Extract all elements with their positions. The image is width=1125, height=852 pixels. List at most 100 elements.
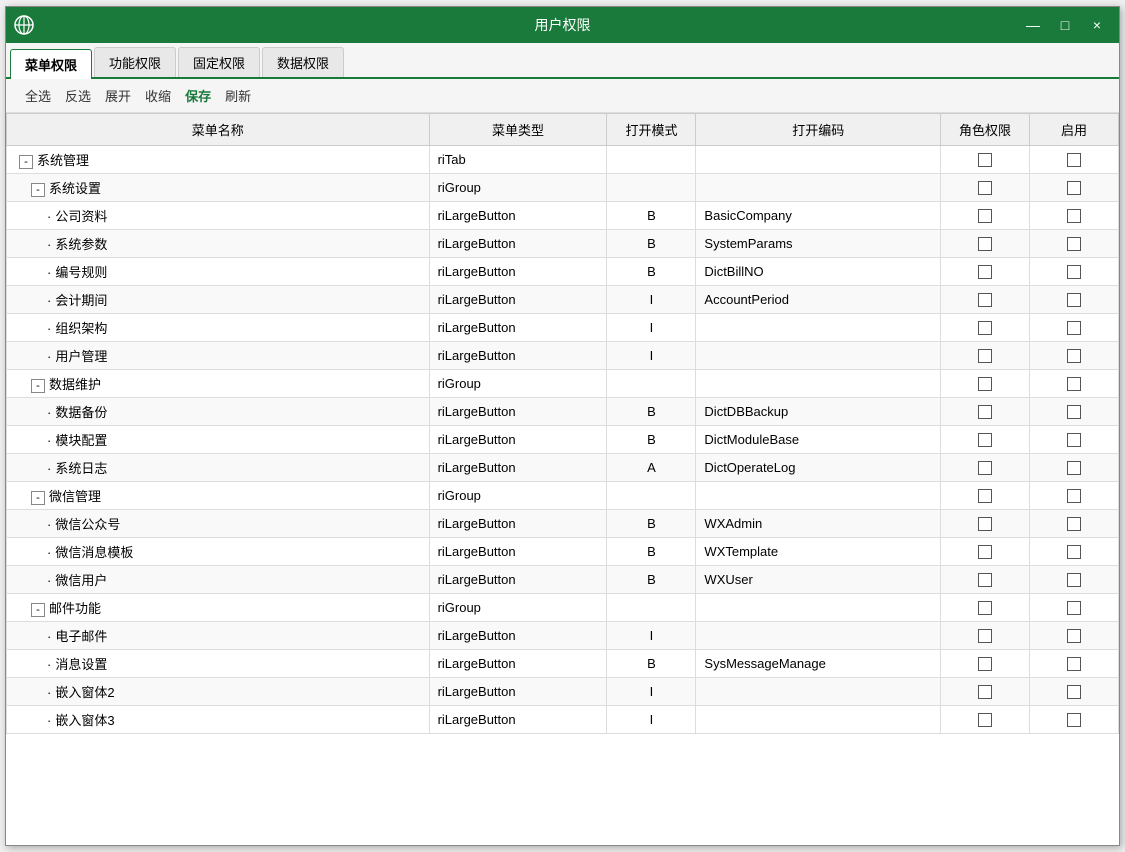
deselect-button[interactable]: 反选 <box>59 84 97 107</box>
enable-cell[interactable] <box>1030 678 1119 706</box>
role-checkbox[interactable] <box>978 405 992 419</box>
enable-cell[interactable] <box>1030 426 1119 454</box>
enable-checkbox[interactable] <box>1067 181 1081 195</box>
enable-cell[interactable] <box>1030 650 1119 678</box>
minimize-button[interactable]: — <box>1019 13 1047 37</box>
role-checkbox[interactable] <box>978 657 992 671</box>
role-permission-cell[interactable] <box>941 146 1030 174</box>
role-checkbox[interactable] <box>978 573 992 587</box>
enable-checkbox[interactable] <box>1067 545 1081 559</box>
enable-checkbox[interactable] <box>1067 265 1081 279</box>
role-checkbox[interactable] <box>978 293 992 307</box>
enable-cell[interactable] <box>1030 454 1119 482</box>
enable-cell[interactable] <box>1030 314 1119 342</box>
enable-checkbox[interactable] <box>1067 601 1081 615</box>
tab-data-permissions[interactable]: 数据权限 <box>262 47 344 77</box>
role-permission-cell[interactable] <box>941 482 1030 510</box>
role-permission-cell[interactable] <box>941 426 1030 454</box>
role-checkbox[interactable] <box>978 321 992 335</box>
tab-menu-permissions[interactable]: 菜单权限 <box>10 49 92 79</box>
enable-cell[interactable] <box>1030 510 1119 538</box>
expand-icon[interactable]: - <box>19 155 33 169</box>
enable-cell[interactable] <box>1030 398 1119 426</box>
enable-cell[interactable] <box>1030 622 1119 650</box>
role-permission-cell[interactable] <box>941 398 1030 426</box>
role-permission-cell[interactable] <box>941 510 1030 538</box>
expand-icon[interactable]: - <box>31 183 45 197</box>
role-checkbox[interactable] <box>978 349 992 363</box>
role-permission-cell[interactable] <box>941 202 1030 230</box>
role-permission-cell[interactable] <box>941 286 1030 314</box>
enable-checkbox[interactable] <box>1067 461 1081 475</box>
role-checkbox[interactable] <box>978 377 992 391</box>
role-checkbox[interactable] <box>978 713 992 727</box>
select-all-button[interactable]: 全选 <box>19 84 57 107</box>
enable-cell[interactable] <box>1030 538 1119 566</box>
enable-cell[interactable] <box>1030 258 1119 286</box>
enable-cell[interactable] <box>1030 146 1119 174</box>
collapse-button[interactable]: 收缩 <box>139 84 177 107</box>
role-permission-cell[interactable] <box>941 678 1030 706</box>
role-permission-cell[interactable] <box>941 342 1030 370</box>
role-permission-cell[interactable] <box>941 650 1030 678</box>
role-permission-cell[interactable] <box>941 314 1030 342</box>
role-checkbox[interactable] <box>978 461 992 475</box>
enable-cell[interactable] <box>1030 594 1119 622</box>
role-checkbox[interactable] <box>978 489 992 503</box>
expand-icon[interactable]: - <box>31 379 45 393</box>
role-permission-cell[interactable] <box>941 622 1030 650</box>
enable-checkbox[interactable] <box>1067 433 1081 447</box>
enable-checkbox[interactable] <box>1067 573 1081 587</box>
role-permission-cell[interactable] <box>941 370 1030 398</box>
enable-cell[interactable] <box>1030 482 1119 510</box>
role-checkbox[interactable] <box>978 265 992 279</box>
role-checkbox[interactable] <box>978 153 992 167</box>
enable-checkbox[interactable] <box>1067 209 1081 223</box>
enable-cell[interactable] <box>1030 230 1119 258</box>
enable-cell[interactable] <box>1030 286 1119 314</box>
role-permission-cell[interactable] <box>941 454 1030 482</box>
table-wrapper[interactable]: 菜单名称 菜单类型 打开模式 打开编码 角色权限 启用 -系统管理riTab-系… <box>6 113 1119 845</box>
enable-checkbox[interactable] <box>1067 489 1081 503</box>
role-permission-cell[interactable] <box>941 594 1030 622</box>
tab-function-permissions[interactable]: 功能权限 <box>94 47 176 77</box>
enable-checkbox[interactable] <box>1067 293 1081 307</box>
enable-cell[interactable] <box>1030 706 1119 734</box>
role-permission-cell[interactable] <box>941 230 1030 258</box>
role-permission-cell[interactable] <box>941 258 1030 286</box>
role-checkbox[interactable] <box>978 545 992 559</box>
enable-cell[interactable] <box>1030 342 1119 370</box>
enable-checkbox[interactable] <box>1067 237 1081 251</box>
role-checkbox[interactable] <box>978 209 992 223</box>
role-checkbox[interactable] <box>978 601 992 615</box>
close-button[interactable]: × <box>1083 13 1111 37</box>
enable-checkbox[interactable] <box>1067 657 1081 671</box>
enable-checkbox[interactable] <box>1067 713 1081 727</box>
role-permission-cell[interactable] <box>941 174 1030 202</box>
enable-checkbox[interactable] <box>1067 629 1081 643</box>
expand-icon[interactable]: - <box>31 491 45 505</box>
enable-cell[interactable] <box>1030 370 1119 398</box>
role-checkbox[interactable] <box>978 237 992 251</box>
enable-cell[interactable] <box>1030 174 1119 202</box>
enable-cell[interactable] <box>1030 566 1119 594</box>
enable-checkbox[interactable] <box>1067 153 1081 167</box>
role-checkbox[interactable] <box>978 433 992 447</box>
expand-button[interactable]: 展开 <box>99 84 137 107</box>
refresh-button[interactable]: 刷新 <box>219 84 257 107</box>
role-checkbox[interactable] <box>978 685 992 699</box>
maximize-button[interactable]: □ <box>1051 13 1079 37</box>
role-permission-cell[interactable] <box>941 538 1030 566</box>
enable-cell[interactable] <box>1030 202 1119 230</box>
role-checkbox[interactable] <box>978 517 992 531</box>
enable-checkbox[interactable] <box>1067 405 1081 419</box>
enable-checkbox[interactable] <box>1067 517 1081 531</box>
enable-checkbox[interactable] <box>1067 349 1081 363</box>
role-checkbox[interactable] <box>978 629 992 643</box>
enable-checkbox[interactable] <box>1067 321 1081 335</box>
tab-fixed-permissions[interactable]: 固定权限 <box>178 47 260 77</box>
enable-checkbox[interactable] <box>1067 685 1081 699</box>
role-permission-cell[interactable] <box>941 566 1030 594</box>
expand-icon[interactable]: - <box>31 603 45 617</box>
save-button[interactable]: 保存 <box>179 84 217 107</box>
